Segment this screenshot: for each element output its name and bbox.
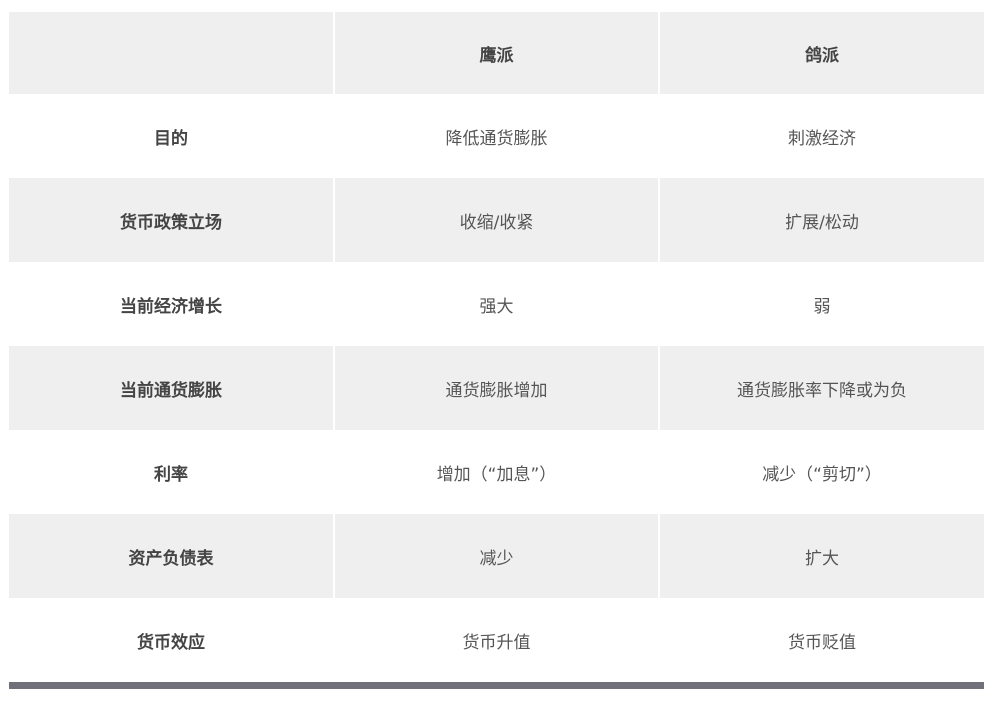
hawk-cell: 减少 [333,514,659,598]
dove-cell: 弱 [658,262,984,346]
table-row: 目的 降低通货膨胀 刺激经济 [9,94,984,178]
table-row: 当前通货膨胀 通货膨胀增加 通货膨胀率下降或为负 [9,346,984,430]
dove-cell: 货币贬值 [658,598,984,682]
header-dove: 鸽派 [658,12,984,94]
table-header-row: 鹰派 鸽派 [9,12,984,94]
table-row: 货币政策立场 收缩/收紧 扩展/松动 [9,178,984,262]
table-row: 资产负债表 减少 扩大 [9,514,984,598]
row-label: 货币效应 [9,598,334,682]
header-hawk: 鹰派 [333,12,659,94]
table-bottom-border [9,682,984,689]
hawk-cell: 强大 [333,262,659,346]
dove-cell: 通货膨胀率下降或为负 [658,346,984,430]
table-row: 当前经济增长 强大 弱 [9,262,984,346]
hawk-cell: 降低通货膨胀 [333,94,659,178]
dove-cell: 扩大 [658,514,984,598]
row-label: 利率 [9,430,334,514]
hawk-cell: 增加（“加息”） [333,430,659,514]
hawk-cell: 货币升值 [333,598,659,682]
row-label: 当前经济增长 [9,262,334,346]
row-label: 资产负债表 [9,514,334,598]
row-label: 货币政策立场 [9,178,334,262]
row-label: 目的 [9,94,334,178]
hawk-cell: 收缩/收紧 [333,178,659,262]
dove-cell: 刺激经济 [658,94,984,178]
header-empty-cell [9,12,334,94]
table-row: 利率 增加（“加息”） 减少（“剪切”） [9,430,984,514]
comparison-table-container: 鹰派 鸽派 目的 降低通货膨胀 刺激经济 货币政策立场 收缩/收紧 扩展/松动 … [9,12,984,682]
row-label: 当前通货膨胀 [9,346,334,430]
dove-cell: 减少（“剪切”） [658,430,984,514]
hawk-dove-comparison-table: 鹰派 鸽派 目的 降低通货膨胀 刺激经济 货币政策立场 收缩/收紧 扩展/松动 … [9,12,984,682]
dove-cell: 扩展/松动 [658,178,984,262]
table-row: 货币效应 货币升值 货币贬值 [9,598,984,682]
hawk-cell: 通货膨胀增加 [333,346,659,430]
